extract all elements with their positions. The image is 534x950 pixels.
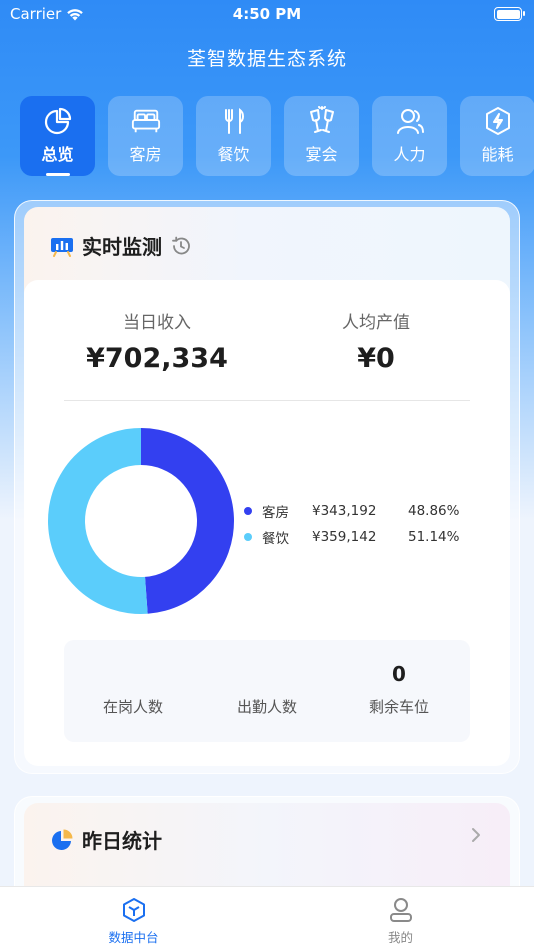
status-bar: Carrier 4:50 PM [0, 0, 534, 30]
tab-label: 客房 [129, 145, 162, 164]
legend-amount: ¥359,142 [312, 529, 377, 545]
tab-energy[interactable]: 能耗 [460, 96, 534, 176]
tab-banquet[interactable]: 宴会 [284, 96, 359, 176]
legend-dot [244, 533, 252, 541]
wine-glasses-icon [307, 106, 337, 136]
yesterday-title: 昨日统计 [82, 829, 162, 853]
tab-dining[interactable]: 餐饮 [196, 96, 271, 176]
on-duty-label: 在岗人数 [102, 698, 163, 716]
tab-rooms[interactable]: 客房 [108, 96, 183, 176]
tab-data-center[interactable]: 数据中台 [0, 887, 267, 950]
energy-icon [483, 106, 513, 136]
pie-chart-icon [52, 829, 73, 850]
revenue-legend: 客房 ¥343,192 48.86% 餐饮 ¥359,142 51.14% [244, 498, 459, 550]
per-capita-output: 人均产值 ¥0 [266, 308, 486, 374]
legend-percent: 48.86% [408, 503, 460, 519]
staff-summary: 在岗人数 出勤人数 0 剩余车位 [64, 640, 470, 742]
legend-name: 餐饮 [262, 531, 289, 547]
legend-name: 客房 [262, 505, 289, 521]
fork-knife-icon [219, 106, 249, 136]
monitor-chart-icon [51, 237, 73, 257]
attendance-label: 出勤人数 [236, 698, 297, 716]
tab-mine[interactable]: 我的 [267, 887, 534, 950]
divider [64, 400, 470, 401]
on-duty-stat: 在岗人数 [68, 662, 198, 717]
daily-revenue-label: 当日收入 [123, 313, 191, 333]
tab-label: 我的 [387, 930, 413, 945]
chevron-right-icon[interactable] [470, 825, 482, 845]
app-title: 荃智数据生态系统 [186, 48, 347, 70]
parking-stat: 0 剩余车位 [334, 662, 464, 717]
clock: 4:50 PM [232, 5, 302, 23]
tab-label: 能耗 [481, 145, 514, 164]
legend-percent: 51.14% [408, 529, 460, 545]
user-icon [389, 898, 412, 922]
cube-icon [122, 898, 145, 922]
module-tabs: 总览 客房 餐饮 宴会 人力 能耗 [20, 96, 534, 176]
on-duty-value [68, 662, 198, 688]
parking-value: 0 [392, 662, 406, 686]
realtime-title: 实时监测 [82, 235, 162, 259]
legend-amount: ¥343,192 [312, 503, 377, 519]
donut-slice-0 [141, 428, 235, 614]
realtime-card-body: 当日收入 ¥702,334 人均产值 ¥0 客房 ¥343,192 48.86%… [24, 280, 510, 766]
yesterday-card-header[interactable]: 昨日统计 [24, 803, 510, 893]
active-indicator [46, 173, 70, 176]
people-icon [395, 106, 425, 136]
tab-label: 人力 [393, 145, 426, 164]
per-capita-label: 人均产值 [342, 313, 410, 333]
tab-hr[interactable]: 人力 [372, 96, 447, 176]
tab-label: 数据中台 [108, 930, 159, 945]
bed-icon [131, 106, 161, 136]
tab-label: 宴会 [305, 145, 338, 164]
legend-item-dining: 餐饮 ¥359,142 51.14% [244, 524, 459, 550]
legend-dot [244, 507, 252, 515]
attendance-stat: 出勤人数 [202, 662, 332, 717]
parking-label: 剩余车位 [368, 698, 429, 716]
per-capita-value: ¥0 [357, 343, 395, 374]
bottom-tab-bar: 数据中台 我的 [0, 886, 534, 950]
daily-revenue: 当日收入 ¥702,334 [47, 308, 267, 374]
history-icon[interactable] [170, 235, 192, 257]
legend-item-rooms: 客房 ¥343,192 48.86% [244, 498, 459, 524]
pie-chart-icon [43, 106, 73, 136]
tab-label: 餐饮 [217, 145, 250, 164]
revenue-donut-chart [48, 428, 235, 614]
battery-icon [494, 7, 525, 21]
tab-overview[interactable]: 总览 [20, 96, 95, 176]
donut-slice-1 [48, 428, 148, 614]
tab-label: 总览 [41, 145, 74, 164]
daily-revenue-value: ¥702,334 [86, 343, 228, 374]
attendance-value [202, 662, 332, 688]
